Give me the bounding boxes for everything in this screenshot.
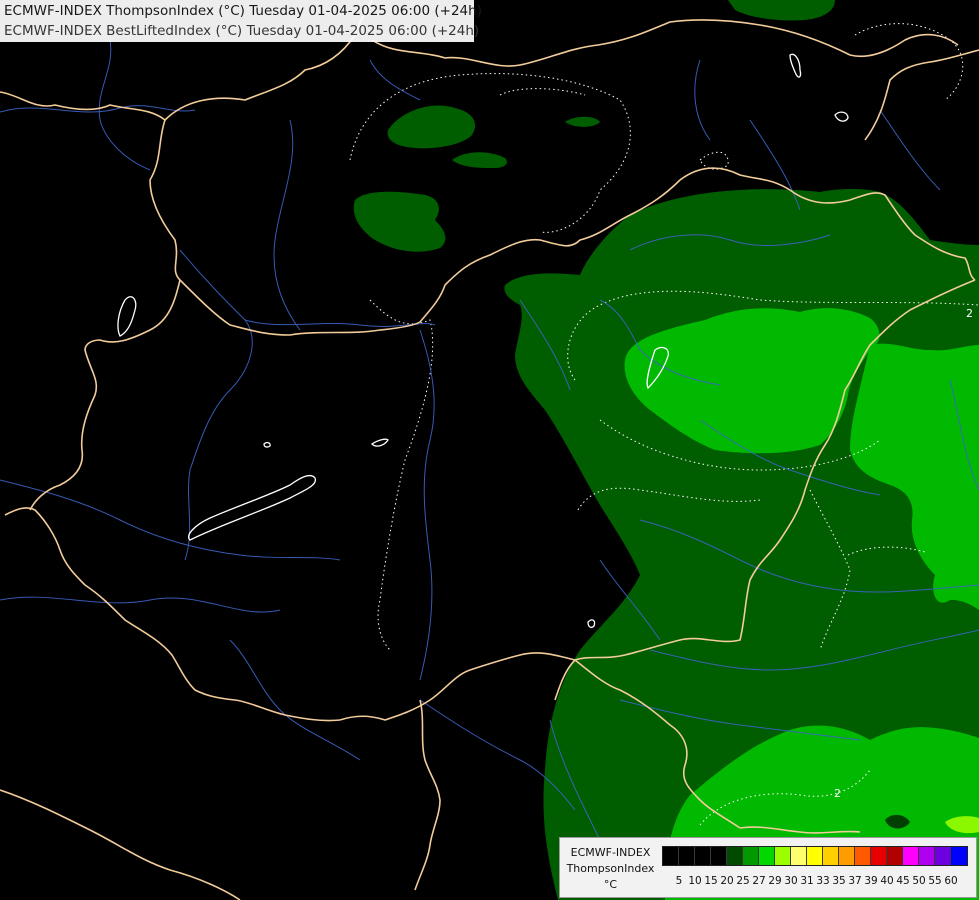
legend-tick-label: 45 <box>896 875 910 887</box>
legend-swatch <box>775 847 791 865</box>
legend-tick-label: 50 <box>912 875 926 887</box>
legend-swatch <box>823 847 839 865</box>
legend-swatch <box>807 847 823 865</box>
legend-tick-label: 55 <box>928 875 942 887</box>
legend-tick-label: 35 <box>832 875 846 887</box>
thompson-index-title: ECMWF-INDEX ThompsonIndex (°C) Tuesday 0… <box>4 3 482 19</box>
legend-swatch <box>903 847 919 865</box>
legend-tick-label: 20 <box>720 875 734 887</box>
best-lifted-index-title: ECMWF-INDEX BestLiftedIndex (°C) Tuesday… <box>4 23 480 39</box>
legend-swatches <box>662 846 968 866</box>
contour-label: 2 <box>834 787 841 800</box>
title-panel: ECMWF-INDEX ThompsonIndex (°C) Tuesday 0… <box>0 0 482 42</box>
legend-tick-label: 27 <box>752 875 766 887</box>
legend-unit: °C <box>603 878 618 891</box>
legend-swatch <box>695 847 711 865</box>
legend-swatch <box>887 847 903 865</box>
legend-model-name: ECMWF-INDEX <box>570 846 651 859</box>
legend-swatch <box>855 847 871 865</box>
legend-swatch <box>727 847 743 865</box>
legend-tick-label: 37 <box>848 875 862 887</box>
legend-tick-label: 39 <box>864 875 878 887</box>
legend-swatch <box>951 847 967 865</box>
legend-variable-name: ThompsonIndex <box>566 862 655 875</box>
legend-swatch <box>871 847 887 865</box>
legend-swatch <box>711 847 727 865</box>
map-canvas: 2 2 <box>0 0 979 900</box>
color-legend: ECMWF-INDEX ThompsonIndex °C 5 10 15 20 25 27… <box>559 837 977 898</box>
legend-swatch <box>679 847 695 865</box>
legend-tick-label: 60 <box>944 875 958 887</box>
legend-swatch <box>759 847 775 865</box>
legend-swatch <box>743 847 759 865</box>
legend-swatch <box>919 847 935 865</box>
contour-label: 2 <box>966 307 973 320</box>
legend-tick-label: 10 <box>688 875 702 887</box>
legend-tick-label: 25 <box>736 875 750 887</box>
legend-tick-label: 40 <box>880 875 894 887</box>
legend-tick-label: 15 <box>704 875 718 887</box>
legend-tick-label: 29 <box>768 875 782 887</box>
legend-swatch <box>791 847 807 865</box>
legend-tick-label: 33 <box>816 875 830 887</box>
legend-tick-label: 5 <box>675 875 683 887</box>
legend-tick-label: 30 <box>784 875 798 887</box>
legend-tick-label: 31 <box>800 875 814 887</box>
legend-swatch <box>935 847 951 865</box>
legend-swatch <box>839 847 855 865</box>
legend-swatch <box>663 847 679 865</box>
